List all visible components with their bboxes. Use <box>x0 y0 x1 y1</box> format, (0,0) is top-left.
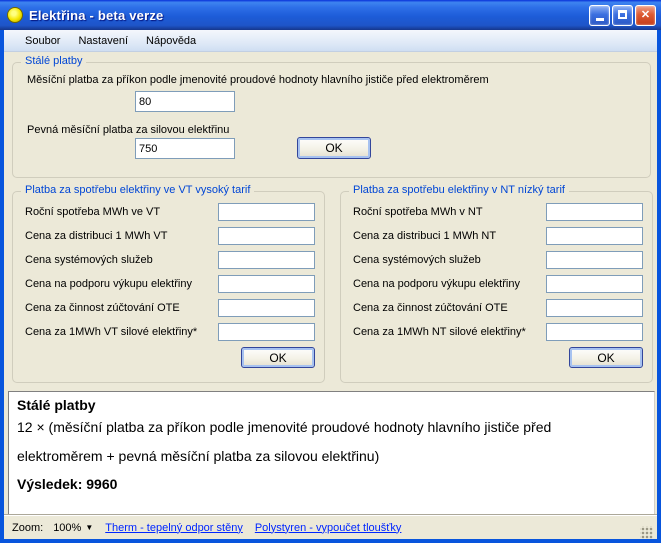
monthly-capacity-payment-input[interactable] <box>135 91 235 112</box>
nt-row-consumption: Roční spotřeba MWh v NT <box>353 203 643 221</box>
group-fixed-payments: Stálé platby Měsíční platba za příkon po… <box>12 55 651 178</box>
vt-power-price-label: Cena za 1MWh VT silové elektřiny* <box>25 326 198 338</box>
vt-system-services-label: Cena systémových služeb <box>25 254 153 266</box>
vt-ote-label: Cena za činnost zúčtování OTE <box>25 302 180 314</box>
nt-consumption-input[interactable] <box>546 203 643 221</box>
vt-ote-input[interactable] <box>218 299 315 317</box>
nt-footer: OK <box>341 347 643 368</box>
vt-support-input[interactable] <box>218 275 315 293</box>
window-controls: ✕ <box>589 4 656 26</box>
nt-power-price-label: Cena za 1MWh NT silové elektřiny* <box>353 326 526 338</box>
therm-link[interactable]: Therm - tepelný odpor stěny <box>105 522 243 534</box>
nt-ote-label: Cena za činnost zúčtování OTE <box>353 302 508 314</box>
vt-row-consumption: Roční spotřeba MWh ve VT <box>25 203 315 221</box>
result-panel: Stálé platby 12 × (měsíční platba za pří… <box>8 391 655 515</box>
nt-row-support: Cena na podporu výkupu elektřiny <box>353 275 643 293</box>
maximize-button[interactable] <box>612 4 633 26</box>
vt-consumption-input[interactable] <box>218 203 315 221</box>
nt-system-services-label: Cena systémových služeb <box>353 254 481 266</box>
menu-nastaveni[interactable]: Nastavení <box>69 32 137 50</box>
group-fixed-payments-title: Stálé platby <box>21 55 87 67</box>
vt-consumption-label: Roční spotřeba MWh ve VT <box>25 206 161 218</box>
group-vt-tariff-title: Platba za spotřebu elektřiny ve VT vysok… <box>21 184 255 196</box>
app-icon <box>7 7 23 23</box>
nt-distribution-input[interactable] <box>546 227 643 245</box>
zoom-label: Zoom: <box>12 521 44 534</box>
nt-support-input[interactable] <box>546 275 643 293</box>
fixed-payments-ok-button[interactable]: OK <box>297 137 371 159</box>
vt-row-ote: Cena za činnost zúčtování OTE <box>25 299 315 317</box>
vt-support-label: Cena na podporu výkupu elektřiny <box>25 278 192 290</box>
nt-row-distribution: Cena za distribuci 1 MWh NT <box>353 227 643 245</box>
window-frame: Soubor Nastavení Nápověda Stálé platby M… <box>0 30 661 543</box>
nt-ok-button[interactable]: OK <box>569 347 643 368</box>
group-nt-tariff: Platba za spotřebu elektřiny v NT nízký … <box>340 184 653 383</box>
status-bar: Zoom: 100% ▼ Therm - tepelný odpor stěny… <box>4 515 657 539</box>
tariff-groups: Platba za spotřebu elektřiny ve VT vysok… <box>12 184 653 383</box>
vt-footer: OK <box>13 347 315 368</box>
vt-row-system-services: Cena systémových služeb <box>25 251 315 269</box>
result-formula-line-1: 12 × (měsíční platba za příkon podle jme… <box>17 419 552 435</box>
zoom-value[interactable]: 100% <box>53 522 81 534</box>
menu-napoveda[interactable]: Nápověda <box>137 32 205 50</box>
nt-power-price-input[interactable] <box>546 323 643 341</box>
result-total: Výsledek: 9960 <box>17 476 118 492</box>
vt-row-power-price: Cena za 1MWh VT silové elektřiny* <box>25 323 315 341</box>
fixed-monthly-payment-label: Pevná měsíční platba za silovou elektřin… <box>27 124 230 136</box>
client-area: Stálé platby Měsíční platba za příkon po… <box>4 52 657 515</box>
monthly-capacity-payment-label: Měsíční platba za příkon podle jmenovité… <box>27 74 489 86</box>
menu-soubor[interactable]: Soubor <box>16 32 69 50</box>
polystyren-link[interactable]: Polystyren - vypoučet tloušťky <box>255 522 402 534</box>
nt-system-services-input[interactable] <box>546 251 643 269</box>
result-heading: Stálé platby <box>17 397 96 413</box>
menu-bar: Soubor Nastavení Nápověda <box>4 30 657 52</box>
result-formula-line-2: elektroměrem + pevná měsíční platba za s… <box>17 448 380 464</box>
vt-ok-button[interactable]: OK <box>241 347 315 368</box>
vt-row-support: Cena na podporu výkupu elektřiny <box>25 275 315 293</box>
nt-consumption-label: Roční spotřeba MWh v NT <box>353 206 483 218</box>
group-nt-tariff-title: Platba za spotřebu elektřiny v NT nízký … <box>349 184 569 196</box>
close-button[interactable]: ✕ <box>635 4 656 26</box>
nt-row-power-price: Cena za 1MWh NT silové elektřiny* <box>353 323 643 341</box>
vt-distribution-label: Cena za distribuci 1 MWh VT <box>25 230 168 242</box>
vt-row-distribution: Cena za distribuci 1 MWh VT <box>25 227 315 245</box>
zoom-dropdown-arrow-icon[interactable]: ▼ <box>85 523 93 532</box>
vt-power-price-input[interactable] <box>218 323 315 341</box>
nt-ote-input[interactable] <box>546 299 643 317</box>
nt-row-ote: Cena za činnost zúčtování OTE <box>353 299 643 317</box>
minimize-button[interactable] <box>589 4 610 26</box>
vt-system-services-input[interactable] <box>218 251 315 269</box>
nt-distribution-label: Cena za distribuci 1 MWh NT <box>353 230 497 242</box>
titlebar[interactable]: Elektřina - beta verze ✕ <box>0 0 661 30</box>
window-title: Elektřina - beta verze <box>29 7 164 23</box>
vt-distribution-input[interactable] <box>218 227 315 245</box>
app-window: Elektřina - beta verze ✕ Soubor Nastaven… <box>0 0 661 543</box>
fixed-monthly-payment-input[interactable] <box>135 138 235 159</box>
nt-row-system-services: Cena systémových služeb <box>353 251 643 269</box>
resize-grip[interactable] <box>640 526 653 539</box>
group-vt-tariff: Platba za spotřebu elektřiny ve VT vysok… <box>12 184 325 383</box>
nt-support-label: Cena na podporu výkupu elektřiny <box>353 278 520 290</box>
